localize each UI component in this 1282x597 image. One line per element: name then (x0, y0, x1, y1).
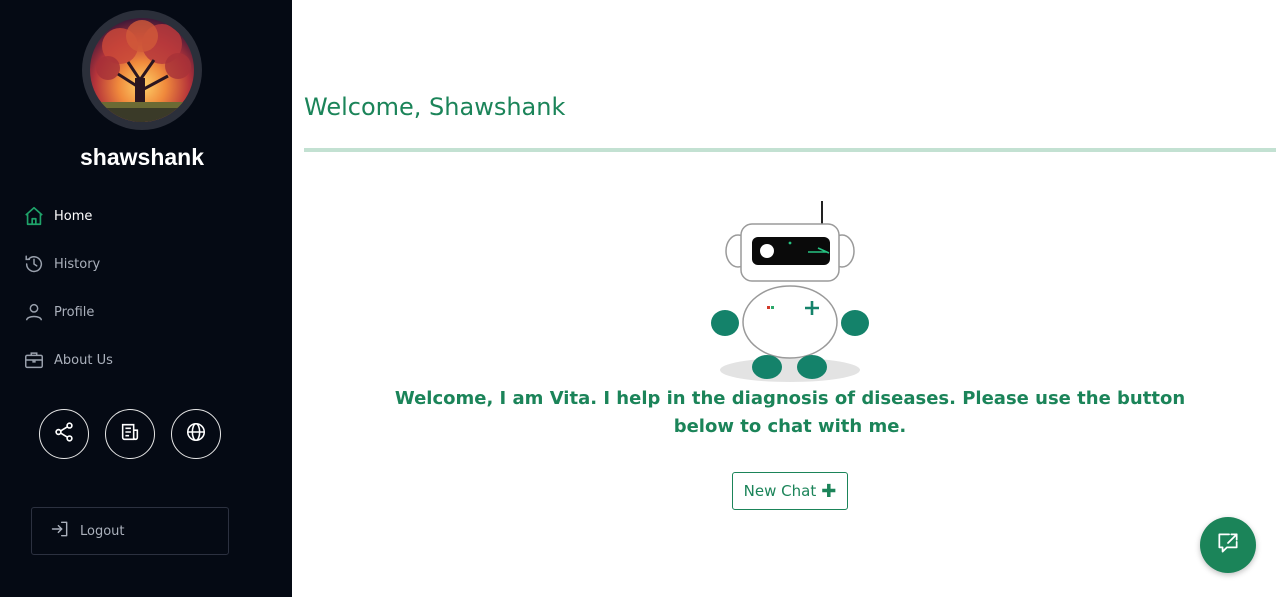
share-button[interactable] (39, 409, 89, 459)
globe-icon (185, 421, 207, 448)
sidebar-item-home[interactable]: Home (22, 202, 262, 230)
sidebar-item-about[interactable]: About Us (22, 346, 262, 374)
sidebar-item-history[interactable]: History (22, 250, 262, 278)
logout-button[interactable]: Logout (31, 507, 229, 555)
sidebar: shawshank Home History Profile About Us (0, 0, 292, 597)
share-icon (53, 421, 75, 448)
chat-external-icon (1215, 530, 1241, 561)
sidebar-item-label: Profile (54, 304, 95, 320)
briefcase-icon (22, 348, 46, 372)
tree-sunset-image (90, 18, 194, 122)
new-chat-label: New Chat (743, 482, 817, 500)
history-icon (22, 252, 46, 276)
robot-mascot-image (711, 201, 869, 382)
sidebar-item-label: Home (54, 208, 93, 224)
intro-message: Welcome, I am Vita. I help in the diagno… (394, 388, 1186, 437)
sidebar-item-label: About Us (54, 352, 113, 368)
logout-label: Logout (80, 523, 125, 539)
home-icon (22, 204, 46, 228)
plus-icon: ✚ (821, 480, 837, 502)
open-chat-button[interactable] (1200, 517, 1256, 573)
website-button[interactable] (171, 409, 221, 459)
sidebar-item-label: History (54, 256, 101, 272)
avatar[interactable] (82, 10, 202, 130)
title-divider (304, 148, 1276, 152)
page-title: Welcome, Shawshank (304, 93, 566, 121)
person-icon (22, 300, 46, 324)
news-button[interactable] (105, 409, 155, 459)
username: shawshank (80, 144, 204, 170)
logout-icon (50, 519, 70, 544)
new-chat-button[interactable]: New Chat ✚ (732, 472, 848, 510)
newspaper-icon (119, 421, 141, 448)
sidebar-item-profile[interactable]: Profile (22, 298, 262, 326)
